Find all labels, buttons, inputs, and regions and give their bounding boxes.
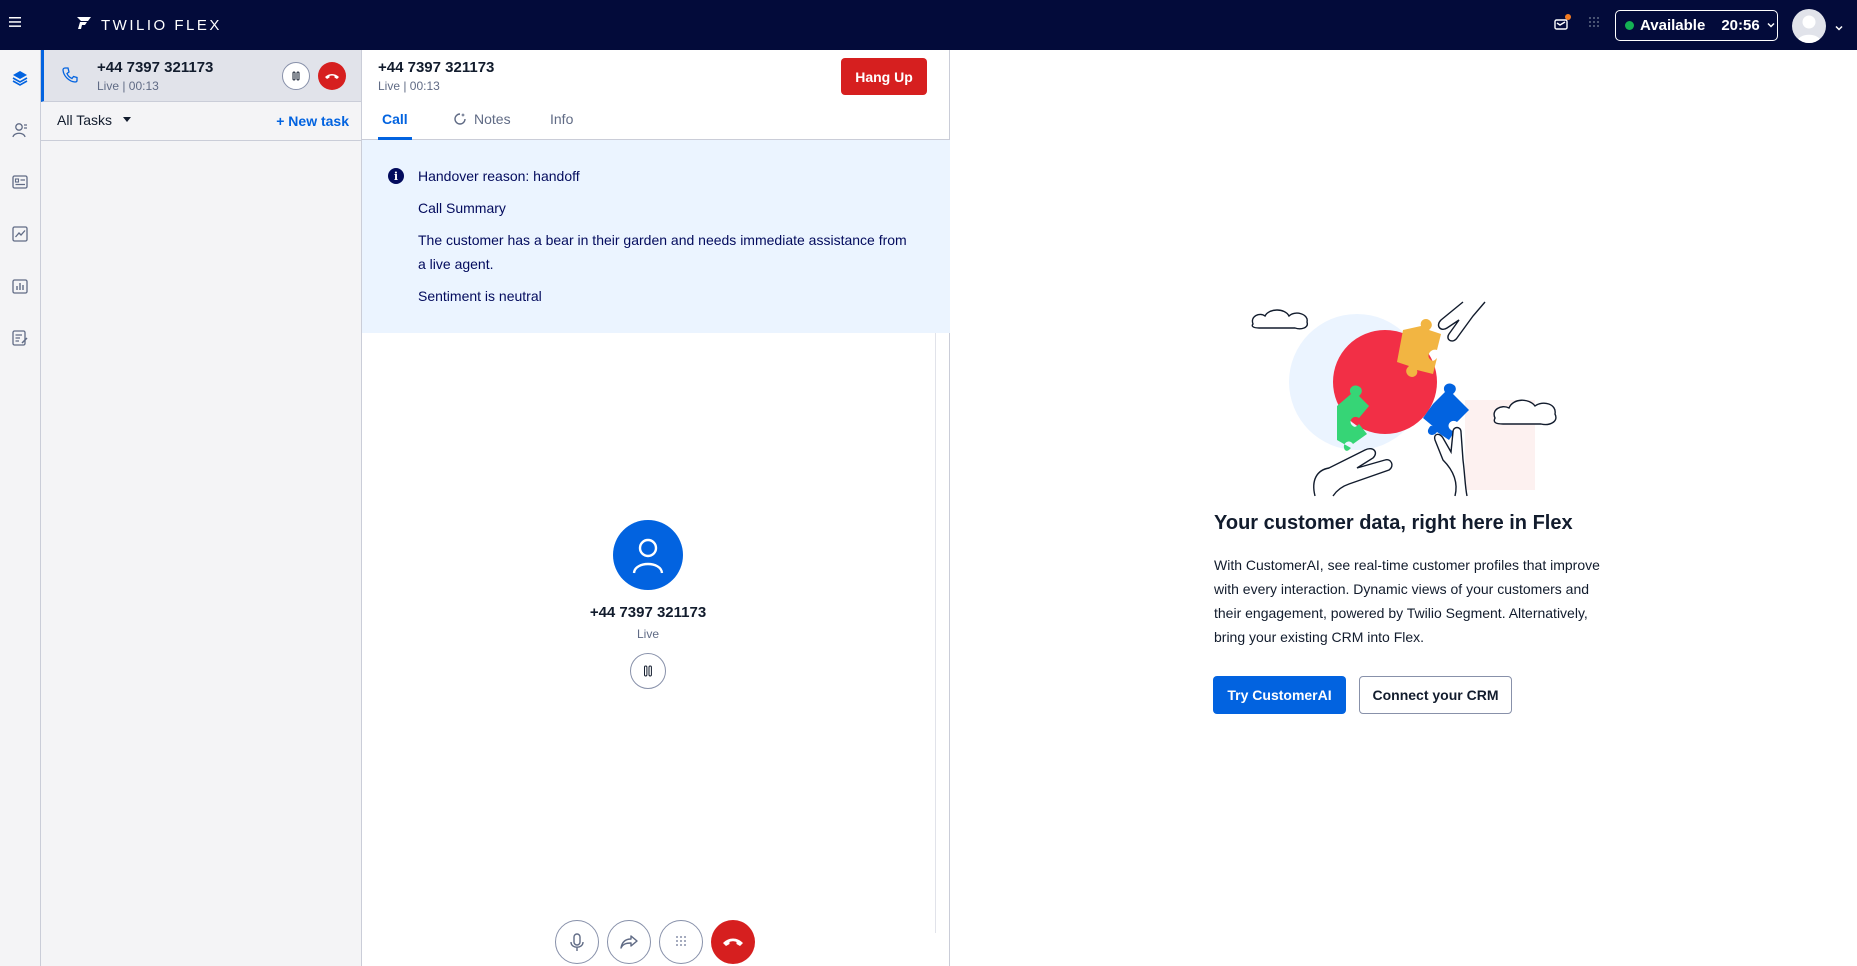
- tab-call-label: Call: [382, 111, 408, 127]
- teams-icon[interactable]: [6, 168, 34, 196]
- user-avatar[interactable]: [1792, 9, 1826, 43]
- sentiment: Sentiment is neutral: [418, 288, 542, 304]
- hang-up-button[interactable]: Hang Up: [841, 58, 927, 95]
- call-title: +44 7397 321173: [378, 59, 495, 76]
- tab-info[interactable]: Info: [550, 111, 573, 140]
- checklist-icon[interactable]: [6, 324, 34, 352]
- crm-description: With CustomerAI, see real-time customer …: [1214, 557, 1600, 645]
- side-nav: [0, 50, 41, 966]
- hold-button[interactable]: [282, 62, 310, 90]
- tasks-filter-bar: All Tasks + New task: [41, 102, 361, 141]
- task-card[interactable]: +44 7397 321173 Live | 00:13: [41, 50, 361, 102]
- call-controls: [362, 920, 950, 966]
- call-subtitle: Live | 00:13: [378, 79, 440, 93]
- caller-status: Live: [636, 627, 659, 641]
- call-tabs: Call Notes Info: [362, 111, 950, 140]
- dialpad-icon[interactable]: [659, 920, 703, 964]
- notes-ai-icon: [452, 111, 468, 130]
- tab-notes[interactable]: Notes: [452, 111, 511, 140]
- status-label: Available: [1640, 17, 1706, 34]
- analytics-icon[interactable]: [6, 220, 34, 248]
- brand: TWILIO FLEX: [76, 15, 222, 36]
- caller-avatar: [613, 520, 683, 590]
- handover-reason: Handover reason: handoff: [418, 168, 580, 184]
- top-bar: TWILIO FLEX Available 20:56: [0, 0, 1857, 50]
- tab-call[interactable]: Call: [378, 111, 412, 140]
- apps-grid-icon[interactable]: [1588, 16, 1600, 33]
- notification-badge: [1565, 14, 1571, 20]
- crm-panel: Your customer data, right here in Flex W…: [950, 50, 1857, 966]
- info-icon: i: [388, 168, 404, 184]
- handover-banner: i Handover reason: handoff Call Summary …: [362, 140, 950, 333]
- caller-hold-button[interactable]: [630, 653, 666, 689]
- tab-notes-label: Notes: [474, 111, 511, 127]
- crm-title: Your customer data, right here in Flex: [1214, 512, 1573, 534]
- contacts-icon[interactable]: [6, 116, 34, 144]
- connect-crm-button[interactable]: Connect your CRM: [1359, 676, 1512, 714]
- call-panel: +44 7397 321173 Live | 00:13 Hang Up Cal…: [362, 50, 950, 966]
- status-time: 20:56: [1721, 17, 1760, 34]
- task-list-panel: +44 7397 321173 Live | 00:13 All Tasks +…: [41, 50, 362, 966]
- call-summary-text: The customer has a bear in their garden …: [418, 232, 907, 272]
- scrollbar-track[interactable]: [935, 333, 936, 933]
- available-status-dot: [1625, 21, 1634, 30]
- microphone-icon[interactable]: [555, 920, 599, 964]
- menu-icon[interactable]: [8, 15, 22, 33]
- transfer-icon[interactable]: [607, 920, 651, 964]
- all-tasks-label: All Tasks: [57, 112, 112, 128]
- hangup-small-button[interactable]: [318, 62, 346, 90]
- avatar-chevron-down-icon[interactable]: [1834, 20, 1844, 31]
- twilio-logo-icon: [76, 15, 92, 36]
- tab-info-label: Info: [550, 111, 574, 127]
- caret-down-icon: [122, 117, 131, 122]
- chevron-down-icon: [1766, 17, 1776, 34]
- task-status: Live | 00:13: [97, 79, 159, 93]
- dashboards-icon[interactable]: [6, 272, 34, 300]
- new-task-button[interactable]: + New task: [276, 113, 349, 129]
- brand-name: TWILIO FLEX: [101, 17, 222, 34]
- task-title: +44 7397 321173: [97, 59, 214, 76]
- layers-icon[interactable]: [6, 64, 34, 92]
- activity-status-selector[interactable]: Available 20:56: [1615, 10, 1778, 41]
- caller-number: +44 7397 321173: [589, 604, 707, 621]
- call-summary-heading: Call Summary: [418, 200, 506, 216]
- all-tasks-dropdown[interactable]: All Tasks: [57, 112, 132, 128]
- caller-card: +44 7397 321173 Live: [362, 520, 934, 689]
- hangup-icon[interactable]: [711, 920, 755, 964]
- try-customerai-button[interactable]: Try CustomerAI: [1213, 676, 1346, 714]
- phone-icon: [61, 66, 79, 84]
- puzzle-illustration: [1251, 301, 1557, 497]
